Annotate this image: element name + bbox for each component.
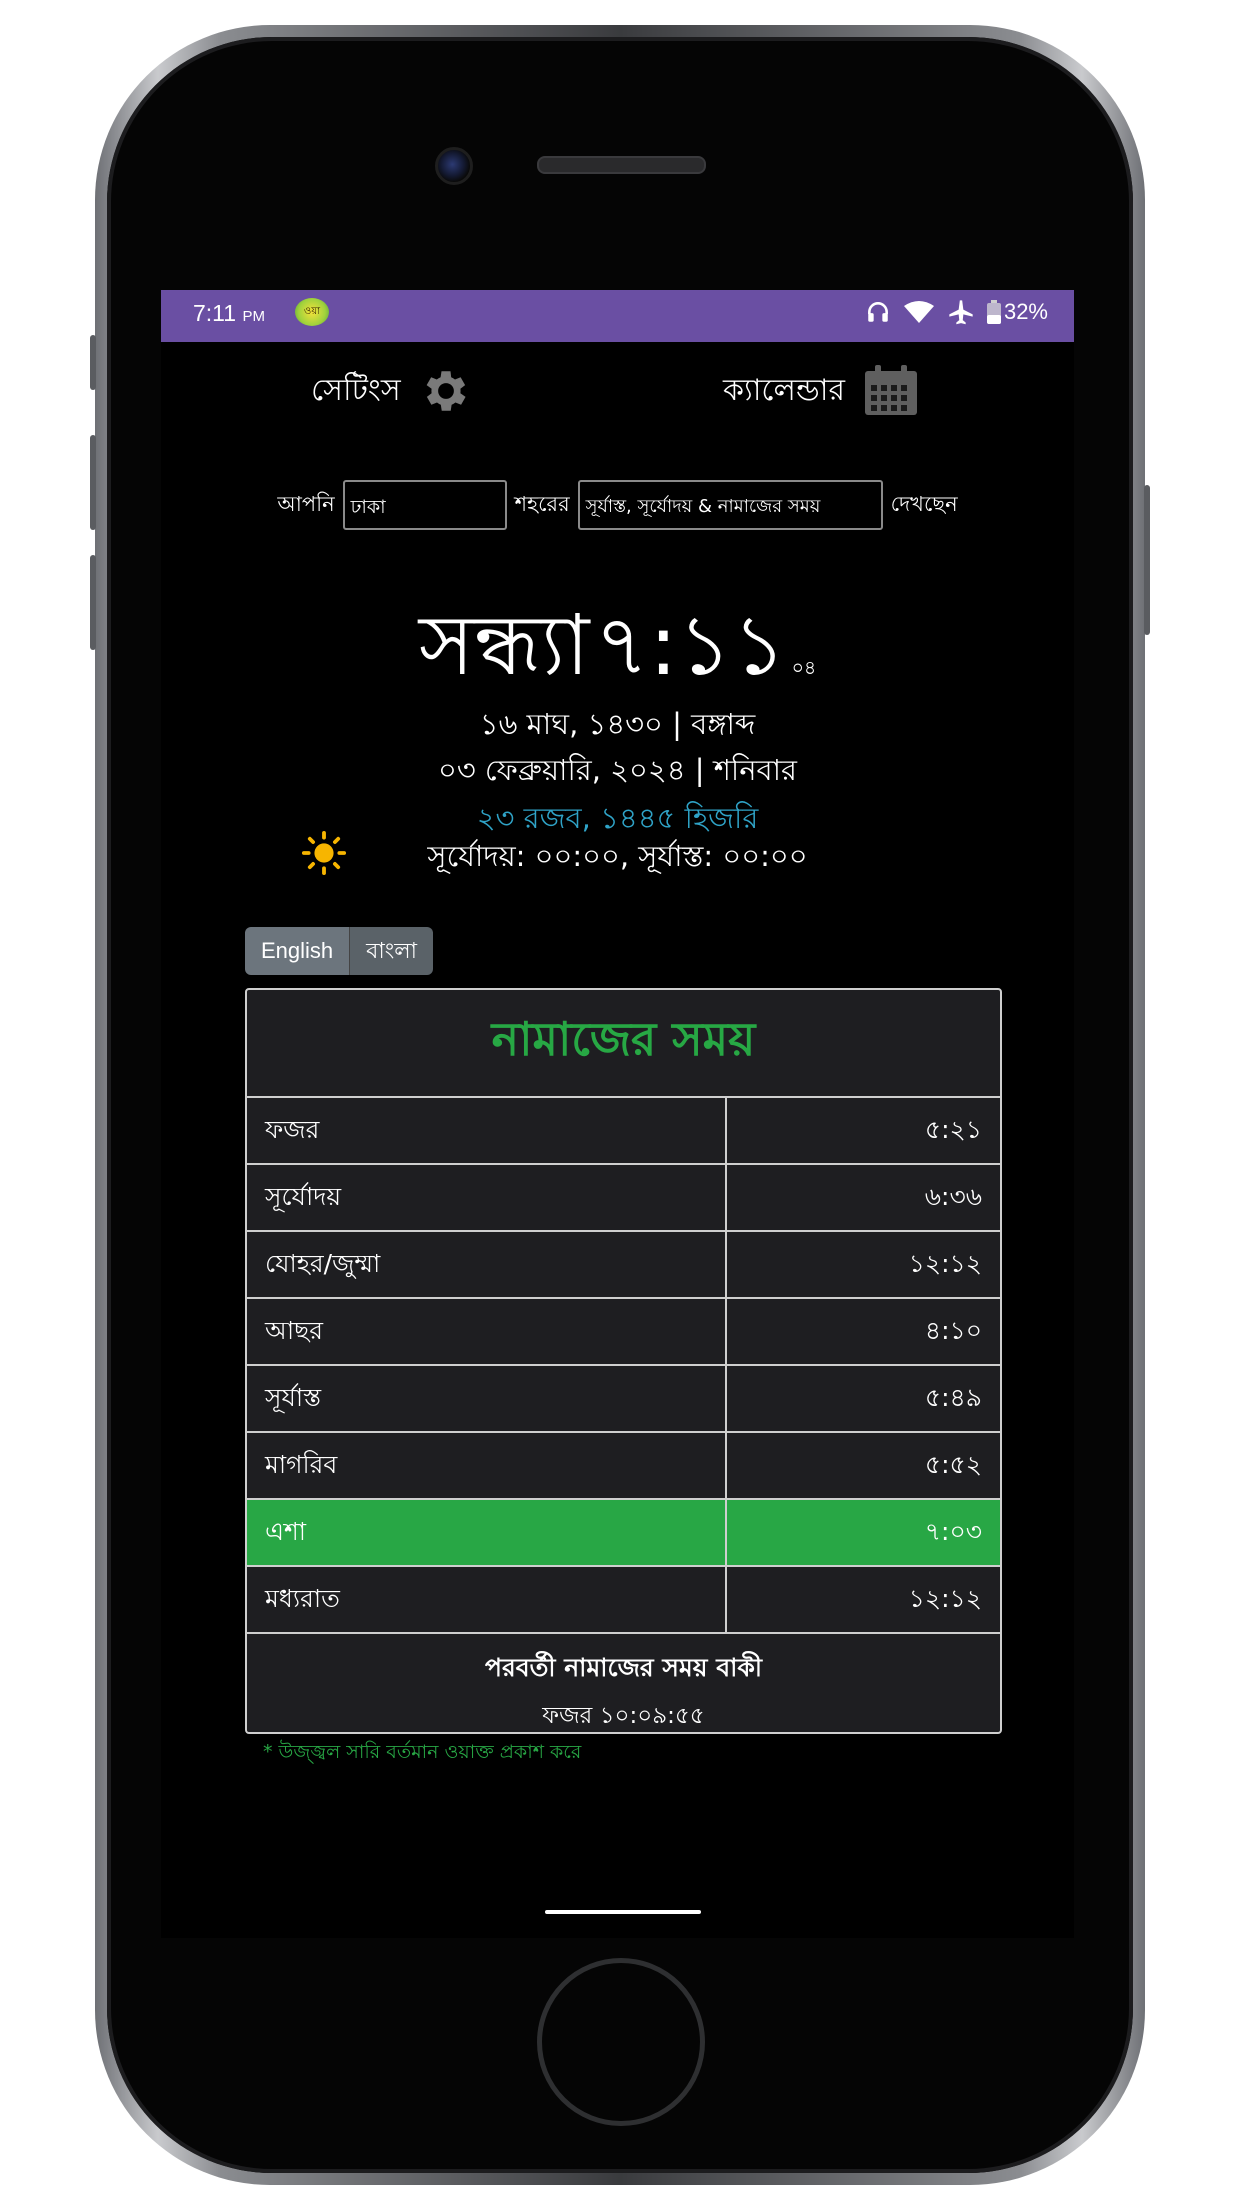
home-button[interactable] [537,1958,705,2126]
prayer-time: ৫:২১ [924,1115,982,1144]
prayer-name: সূর্যোদয় [247,1165,727,1230]
settings-label: সেটিংস [311,372,401,408]
city-row: আপনি ঢাকা শহরের সূর্যাস্ত, সূর্যোদয় & ন… [161,480,1074,530]
status-time-ampm: PM [242,308,265,325]
view-type-select[interactable]: সূর্যাস্ত, সূর্যোদয় & নামাজের সময় [577,480,883,530]
time-seconds: ০৪ [791,657,817,679]
prayer-time: ৭:০৩ [924,1517,982,1546]
prayer-name: সূর্যাস্ত [247,1366,727,1431]
battery-percent: 32% [1003,299,1048,324]
volume-up-button [90,435,96,530]
front-camera [435,147,473,185]
time-period: সন্ধ্যা [418,596,590,694]
language-toggle: English বাংলা [245,927,434,975]
next-prayer-title: পরবর্তী নামাজের সময় বাকী [484,1653,763,1682]
home-indicator[interactable] [545,1910,701,1914]
bangla-date: ১৬ মাঘ, ১৪৩০ | বঙ্গাব্দ [479,707,756,741]
calendar-label: ক্যালেন্ডার [723,372,845,408]
current-time-display: সন্ধ্যা ৭:১১ ০৪ [161,580,1074,721]
table-row: সূর্যাস্ত ৫:৪৯ [247,1366,1000,1433]
table-row: সূর্যোদয় ৬:৩৬ [247,1165,1000,1232]
table-row: মধ্যরাত ১২:১২ [247,1567,1000,1634]
prayer-time: ৬:৩৬ [924,1182,982,1211]
next-prayer-countdown: ফজর ১০:০৯:৫৫ [542,1703,705,1729]
calendar-icon [864,365,917,415]
app-notification-icon: ওয়া [295,298,329,326]
settings-link[interactable]: সেটিংস [311,365,473,417]
prayer-name: যোহর/জুম্মা [247,1232,727,1297]
prayer-name: ফজর [247,1098,727,1163]
table-row: মাগরিব ৫:৫২ [247,1433,1000,1500]
prayer-time: ৫:৫২ [924,1450,982,1479]
english-button[interactable]: English [245,927,350,975]
gregorian-date: ০৩ ফেব্রুয়ারি, ২০২৪ | শনিবার [437,753,798,787]
battery-icon [986,300,1001,324]
status-time: 7:11 PM [193,300,265,327]
city-select[interactable]: ঢাকা [342,480,507,530]
city-prefix: আপনি [277,491,335,516]
calendar-link[interactable]: ক্যালেন্ডার [723,365,919,417]
power-button [1144,485,1150,635]
volume-down-button [90,555,96,650]
prayer-name: মাগরিব [247,1433,727,1498]
airplane-mode-icon [949,300,973,325]
prayer-name: আছর [247,1299,727,1364]
prayer-name: এশা [247,1500,727,1565]
wifi-icon [903,301,934,323]
status-time-value: 7:11 [193,300,237,326]
gear-icon [426,371,466,411]
table-row: আছর ৪:১০ [247,1299,1000,1366]
table-row: ফজর ৫:২১ [247,1098,1000,1165]
prayer-table-title: নামাজের সময় [247,990,1000,1098]
app-screen: 7:11 PM ওয়া 32% সেটিংস ক্যালেন্ডার আপনি… [161,290,1074,1938]
mute-switch [90,335,96,390]
prayer-time: ৪:১০ [924,1316,982,1345]
prayer-time: ১২:১২ [908,1584,982,1613]
sun-times-row: সূর্যোদয়: ০০:০০, সূর্যাস্ত: ০০:০০ [161,830,1074,876]
prayer-times-table: নামাজের সময় ফজর ৫:২১ সূর্যোদয় ৬:৩৬ যোহ… [245,988,1002,1734]
next-prayer-footer: পরবর্তী নামাজের সময় বাকী ফজর ১০:০৯:৫৫ [247,1634,1000,1732]
prayer-time: ৫:৪৯ [924,1383,982,1412]
status-icons: 32% [865,298,1048,326]
highlight-note: * উজ্জ্বল সারি বর্তমান ওয়াক্ত প্রকাশ কর… [263,1741,582,1763]
time-value: ৭:১১ [594,596,787,694]
table-row: যোহর/জুম্মা ১২:১২ [247,1232,1000,1299]
headphones-icon [867,302,888,322]
status-bar: 7:11 PM ওয়া 32% [161,290,1074,342]
table-row-active: এশা ৭:০৩ [247,1500,1000,1567]
bangla-button[interactable]: বাংলা [349,927,434,975]
prayer-time: ১২:১২ [908,1249,982,1278]
sun-times-text: সূর্যোদয়: ০০:০০, সূর্যাস্ত: ০০:০০ [427,839,808,873]
earpiece-speaker [537,156,706,174]
city-suffix: দেখছেন [890,491,958,516]
city-middle-text: শহরের [514,491,570,516]
prayer-name: মধ্যরাত [247,1567,727,1632]
battery-indicator: 32% [986,299,1048,325]
